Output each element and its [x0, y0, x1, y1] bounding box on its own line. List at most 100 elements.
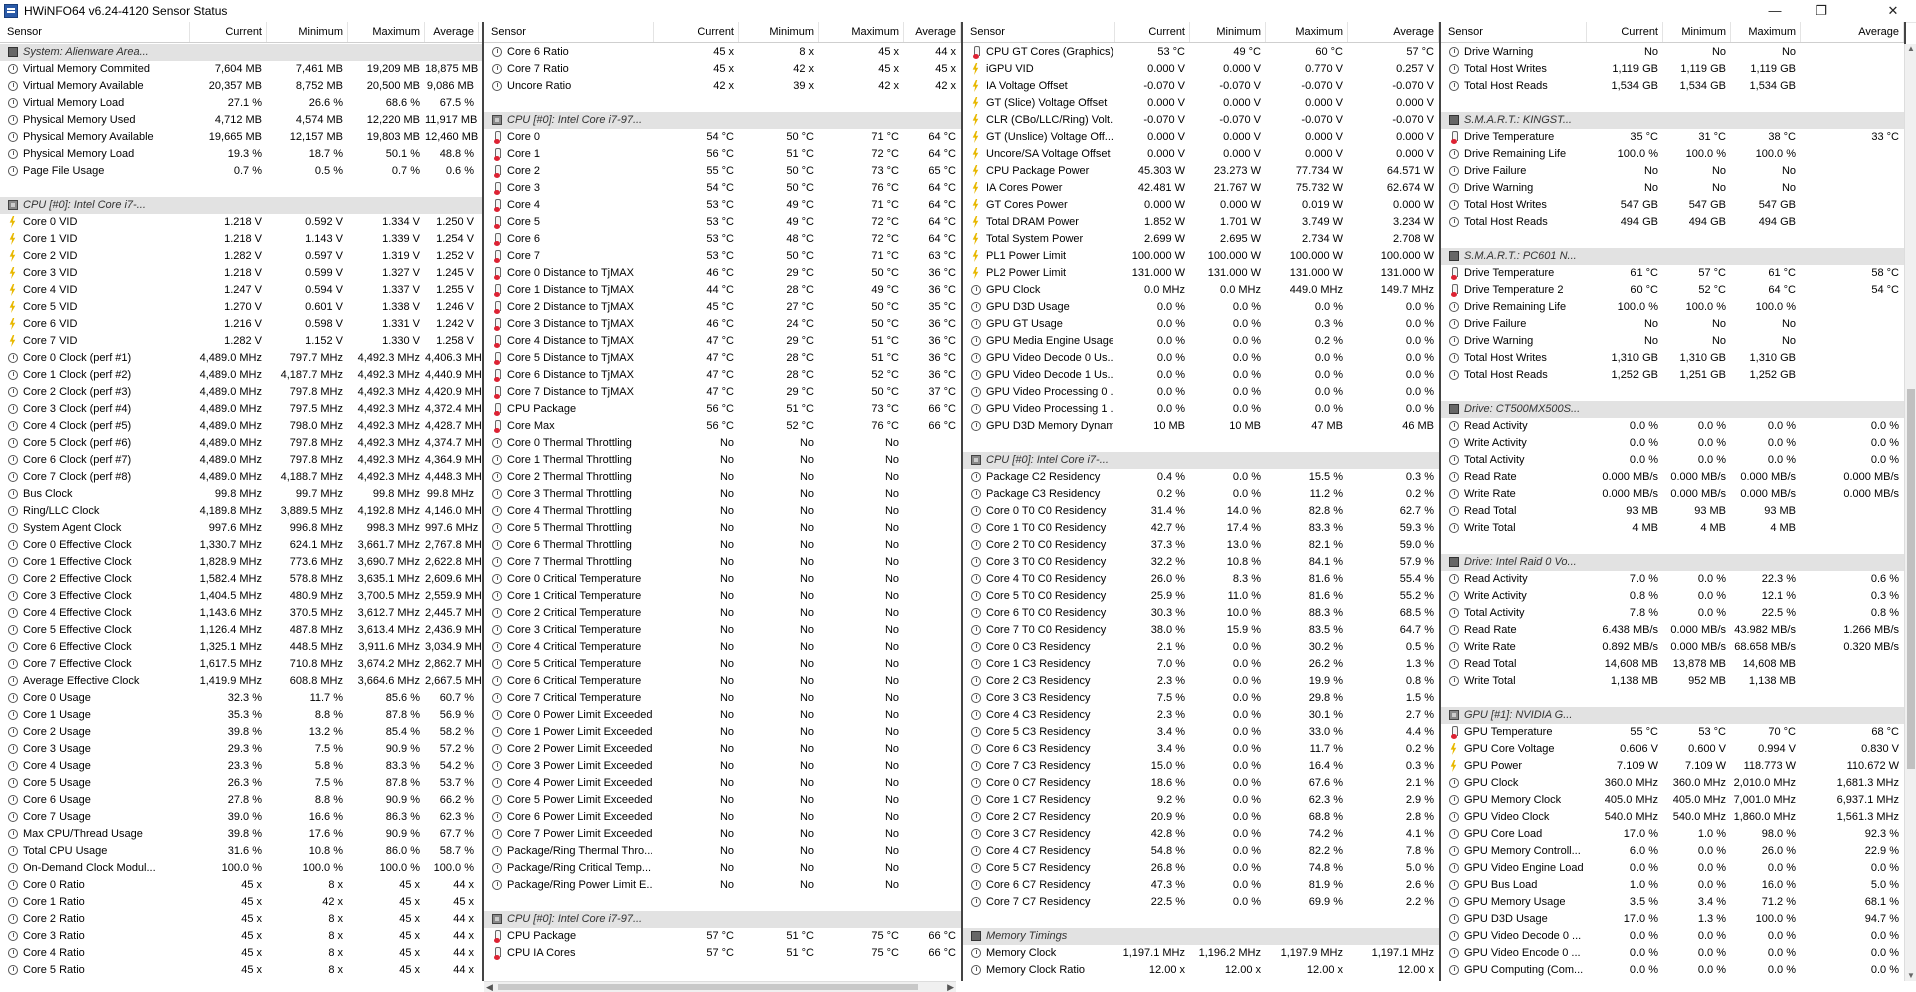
sensor-row[interactable]: Drive Remaining Life 100.0 % 100.0 % 100.0 … [1441, 299, 1904, 316]
sensor-row[interactable]: On-Demand Clock Modul... 100.0 % 100.0 % 10… [0, 860, 482, 877]
sensor-row[interactable]: Core 4 Clock (perf #5) 4,489.0 MHz 798.0 M… [0, 418, 482, 435]
sensor-row[interactable]: Core 6 Usage 27.8 % 8.8 % 90.9 % 66.2 % [0, 792, 482, 809]
sensor-group-header[interactable]: Drive: Intel Raid 0 Vo... [1441, 554, 1904, 571]
sensor-row[interactable]: Core 2 Thermal Throttling No No No [484, 469, 961, 486]
sensor-row[interactable]: Core 4 Usage 23.3 % 5.8 % 83.3 % 54.2 % [0, 758, 482, 775]
sensor-panel-2[interactable]: Sensor Current Minimum Maximum Average Core 6… [484, 22, 963, 981]
sensor-row[interactable]: Core 1 Effective Clock 1,828.9 MHz 773.6 M… [0, 554, 482, 571]
sensor-row[interactable]: Core 3 Critical Temperature No No No [484, 622, 961, 639]
sensor-row[interactable]: Core 0 Usage 32.3 % 11.7 % 85.6 % 60.7 % [0, 690, 482, 707]
sensor-row[interactable]: Core 7 C3 Residency 15.0 % 0.0 % 16.4 % 0.3 … [963, 758, 1439, 775]
sensor-row[interactable]: Core 1 Thermal Throttling No No No [484, 452, 961, 469]
sensor-row[interactable]: Core 3 Distance to TjMAX 46 °C 24 °C 50 °C 3… [484, 316, 961, 333]
sensor-row[interactable]: GPU Memory Controll... 6.0 % 0.0 % 26.0 % 22… [1441, 843, 1904, 860]
sensor-row[interactable]: Core 1 56 °C 51 °C 72 °C 64 °C [484, 146, 961, 163]
sensor-row[interactable]: GPU Clock 360.0 MHz 360.0 MHz 2,010.0 MHz 1,… [1441, 775, 1904, 792]
sensor-row[interactable]: Core 1 Ratio 45 x 42 x 45 x 45 x [0, 894, 482, 911]
sensor-row[interactable]: Ring/LLC Clock 4,189.8 MHz 3,889.5 MHz 4,19… [0, 503, 482, 520]
minimize-button[interactable]: — [1752, 0, 1798, 22]
sensor-group-header[interactable]: CPU [#0]: Intel Core i7-97... [484, 911, 961, 928]
column-header-current[interactable]: Current [1587, 22, 1663, 42]
sensor-row[interactable]: Drive Temperature 61 °C 57 °C 61 °C 58 °C [1441, 265, 1904, 282]
sensor-row[interactable]: Core 1 T0 C0 Residency 42.7 % 17.4 % 83.3 %… [963, 520, 1439, 537]
sensor-row[interactable]: Bus Clock 99.8 MHz 99.7 MHz 99.8 MHz 99.8 MH… [0, 486, 482, 503]
column-header-maximum[interactable]: Maximum [819, 22, 904, 42]
sensor-row[interactable]: GPU Video Processing 1 ... 0.0 % 0.0 % 0.0 … [963, 401, 1439, 418]
sensor-row[interactable]: iGPU VID 0.000 V 0.000 V 0.770 V 0.257 V [963, 61, 1439, 78]
sensor-group-header[interactable]: CPU [#0]: Intel Core i7-... [0, 197, 482, 214]
sensor-row[interactable]: Page File Usage 0.7 % 0.5 % 0.7 % 0.6 % [0, 163, 482, 180]
sensor-row[interactable]: Core 0 Power Limit Exceeded No No No [484, 707, 961, 724]
sensor-row[interactable]: GT (Unslice) Voltage Off... 0.000 V 0.000 … [963, 129, 1439, 146]
sensor-row[interactable]: Core 6 T0 C0 Residency 30.3 % 10.0 % 88.3 %… [963, 605, 1439, 622]
sensor-row[interactable]: Core 5 Thermal Throttling No No No [484, 520, 961, 537]
close-button[interactable]: ✕ [1870, 0, 1916, 22]
sensor-row[interactable]: Core 0 Effective Clock 1,330.7 MHz 624.1 M… [0, 537, 482, 554]
sensor-row[interactable]: GPU Core Load 17.0 % 1.0 % 98.0 % 92.3 % [1441, 826, 1904, 843]
sensor-row[interactable]: Core 5 Clock (perf #6) 4,489.0 MHz 797.8 M… [0, 435, 482, 452]
sensor-row[interactable]: Core 4 C3 Residency 2.3 % 0.0 % 30.1 % 2.7 % [963, 707, 1439, 724]
column-header-maximum[interactable]: Maximum [1266, 22, 1348, 42]
sensor-row[interactable]: Core 3 Power Limit Exceeded No No No [484, 758, 961, 775]
sensor-group-header[interactable]: GPU [#1]: NVIDIA G... [1441, 707, 1904, 724]
sensor-row[interactable]: Core 7 Clock (perf #8) 4,489.0 MHz 4,188.7… [0, 469, 482, 486]
column-header-minimum[interactable]: Minimum [1663, 22, 1731, 42]
sensor-row[interactable]: Core 5 T0 C0 Residency 25.9 % 11.0 % 81.6 %… [963, 588, 1439, 605]
column-header-minimum[interactable]: Minimum [739, 22, 819, 42]
maximize-button[interactable]: ❐ [1798, 0, 1844, 22]
scroll-up-icon[interactable]: ▲ [1906, 44, 1916, 54]
sensor-row[interactable]: Core 6 Clock (perf #7) 4,489.0 MHz 797.8 M… [0, 452, 482, 469]
sensor-row[interactable]: Core 2 Distance to TjMAX 45 °C 27 °C 50 °C 3… [484, 299, 961, 316]
sensor-row[interactable]: Core 2 Clock (perf #3) 4,489.0 MHz 797.8 M… [0, 384, 482, 401]
column-header-current[interactable]: Current [190, 22, 267, 42]
sensor-row[interactable]: Uncore Ratio 42 x 39 x 42 x 42 x [484, 78, 961, 95]
sensor-row[interactable]: Core 6 Distance to TjMAX 47 °C 28 °C 52 °C 3… [484, 367, 961, 384]
sensor-row[interactable]: Total Host Reads 1,252 GB 1,251 GB 1,252 GB [1441, 367, 1904, 384]
sensor-row[interactable]: Core 3 54 °C 50 °C 76 °C 64 °C [484, 180, 961, 197]
sensor-row[interactable]: Average Effective Clock 1,419.9 MHz 608.8 … [0, 673, 482, 690]
column-header-average[interactable]: Average [1348, 22, 1439, 42]
column-header-current[interactable]: Current [1115, 22, 1190, 42]
sensor-row[interactable]: Core 7 Ratio 45 x 42 x 45 x 45 x [484, 61, 961, 78]
sensor-row[interactable]: IA Cores Power 42.481 W 21.767 W 75.732 W 62… [963, 180, 1439, 197]
sensor-row[interactable]: Core 7 T0 C0 Residency 38.0 % 15.9 % 83.5 %… [963, 622, 1439, 639]
sensor-row[interactable]: Core 6 Thermal Throttling No No No [484, 537, 961, 554]
sensor-row[interactable]: Total System Power 2.699 W 2.695 W 2.734 W 2… [963, 231, 1439, 248]
sensor-row[interactable]: PL1 Power Limit 100.000 W 100.000 W 100.000… [963, 248, 1439, 265]
sensor-row[interactable]: Core 2 Critical Temperature No No No [484, 605, 961, 622]
sensor-row[interactable]: Drive Failure No No No [1441, 163, 1904, 180]
horizontal-scrollbar[interactable]: ◀ ▶ [484, 981, 956, 992]
sensor-row[interactable]: Core 5 Critical Temperature No No No [484, 656, 961, 673]
sensor-row[interactable]: Write Activity 0.8 % 0.0 % 12.1 % 0.3 % [1441, 588, 1904, 605]
sensor-row[interactable]: Drive Warning No No No [1441, 180, 1904, 197]
sensor-row[interactable]: CPU IA Cores 57 °C 51 °C 75 °C 66 °C [484, 945, 961, 962]
sensor-row[interactable]: Memory Clock 1,197.1 MHz 1,196.2 MHz 1,197.… [963, 945, 1439, 962]
sensor-row[interactable]: CPU Package 57 °C 51 °C 75 °C 66 °C [484, 928, 961, 945]
sensor-row[interactable]: Core 7 Critical Temperature No No No [484, 690, 961, 707]
column-header-average[interactable]: Average [1801, 22, 1904, 42]
sensor-row[interactable]: Package C3 Residency 0.2 % 0.0 % 11.2 % 0.2 … [963, 486, 1439, 503]
sensor-row[interactable]: Core 0 C3 Residency 2.1 % 0.0 % 30.2 % 0.5 % [963, 639, 1439, 656]
sensor-row[interactable]: Total Host Writes 547 GB 547 GB 547 GB [1441, 197, 1904, 214]
column-header-average[interactable]: Average [425, 22, 479, 42]
sensor-row[interactable]: Virtual Memory Commited 7,604 MB 7,461 MB 1… [0, 61, 482, 78]
sensor-row[interactable]: Read Rate 6.438 MB/s 0.000 MB/s 43.982 MB/s… [1441, 622, 1904, 639]
sensor-row[interactable]: GPU Memory Usage 3.5 % 3.4 % 71.2 % 68.1 % [1441, 894, 1904, 911]
sensor-row[interactable]: GPU GT Usage 0.0 % 0.0 % 0.3 % 0.0 % [963, 316, 1439, 333]
sensor-row[interactable]: CPU Package 56 °C 51 °C 73 °C 66 °C [484, 401, 961, 418]
sensor-row[interactable]: Core 2 VID 1.282 V 0.597 V 1.319 V 1.252 V [0, 248, 482, 265]
sensor-row[interactable]: Core 7 53 °C 50 °C 71 °C 63 °C [484, 248, 961, 265]
sensor-row[interactable]: GPU Memory Clock 405.0 MHz 405.0 MHz 7,001.… [1441, 792, 1904, 809]
sensor-row[interactable]: Core 7 Power Limit Exceeded No No No [484, 826, 961, 843]
sensor-row[interactable]: Write Activity 0.0 % 0.0 % 0.0 % 0.0 % [1441, 435, 1904, 452]
sensor-row[interactable]: Core 5 C7 Residency 26.8 % 0.0 % 74.8 % 5.0 … [963, 860, 1439, 877]
sensor-row[interactable]: Read Activity 7.0 % 0.0 % 22.3 % 0.6 % [1441, 571, 1904, 588]
sensor-row[interactable]: Core 6 C7 Residency 47.3 % 0.0 % 81.9 % 2.6 … [963, 877, 1439, 894]
sensor-row[interactable]: Core 5 VID 1.270 V 0.601 V 1.338 V 1.246 V [0, 299, 482, 316]
column-header-minimum[interactable]: Minimum [267, 22, 348, 42]
sensor-row[interactable]: Core 3 Ratio 45 x 8 x 45 x 44 x [0, 928, 482, 945]
sensor-row[interactable]: Core 3 T0 C0 Residency 32.2 % 10.8 % 84.1 %… [963, 554, 1439, 571]
sensor-row[interactable]: Physical Memory Load 19.3 % 18.7 % 50.1 % 48… [0, 146, 482, 163]
sensor-row[interactable]: Core 0 Critical Temperature No No No [484, 571, 961, 588]
sensor-row[interactable]: CPU Package Power 45.303 W 23.273 W 77.734 … [963, 163, 1439, 180]
